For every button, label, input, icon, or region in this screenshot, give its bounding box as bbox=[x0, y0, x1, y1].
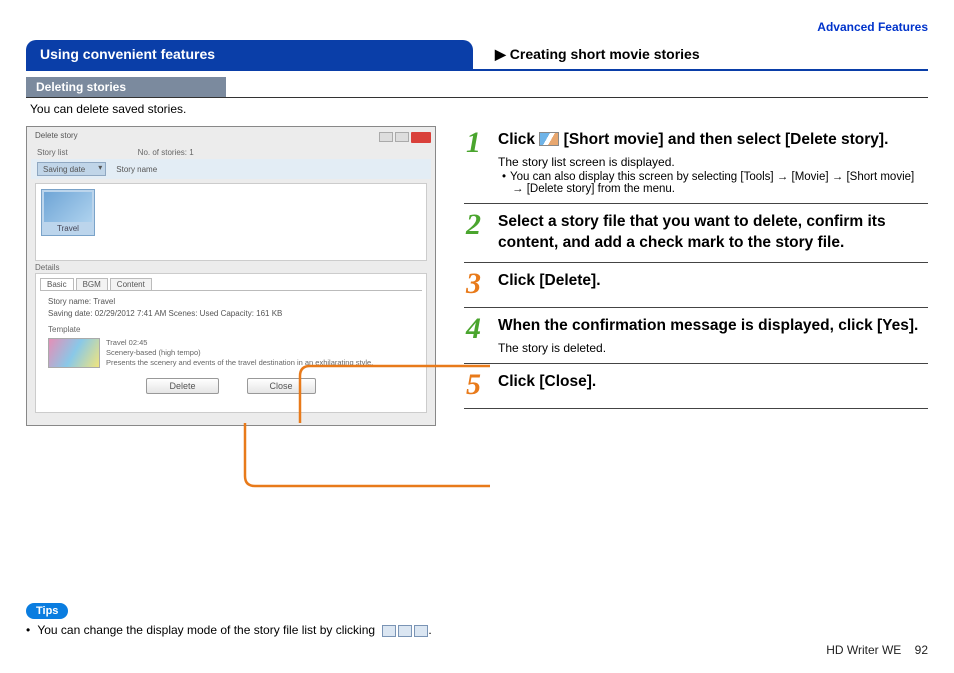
delete-button: Delete bbox=[146, 378, 218, 394]
col-storylist: Story list bbox=[37, 148, 68, 157]
short-movie-icon bbox=[539, 132, 559, 146]
tab-using-features: Using convenient features bbox=[26, 40, 473, 69]
close-button: Close bbox=[247, 378, 316, 394]
details-label: Details bbox=[35, 263, 59, 272]
steps-column: 1 Click [Short movie] and then select [D… bbox=[464, 122, 928, 409]
story-list-area: Travel bbox=[35, 183, 427, 261]
step-2: 2 Select a story file that you want to d… bbox=[464, 204, 928, 263]
intro-text: You can delete saved stories. bbox=[26, 98, 928, 122]
view-mode-icon bbox=[398, 625, 412, 637]
details-panel: Basic BGM Content Story name: Travel Sav… bbox=[35, 273, 427, 413]
close-window-icon bbox=[411, 132, 431, 143]
step-title: Select a story file that you want to del… bbox=[498, 212, 926, 254]
info-detail-row: Saving date: 02/29/2012 7:41 AM Scenes: … bbox=[48, 308, 414, 320]
tmpl-line2: Scenery-based (high tempo) bbox=[106, 348, 373, 358]
product-name: HD Writer WE bbox=[826, 643, 901, 657]
screenshot-delete-story: Delete story Story list No. of stories: … bbox=[26, 126, 436, 426]
step-title: Click [Delete]. bbox=[498, 271, 926, 292]
page-footer: HD Writer WE 92 bbox=[826, 643, 928, 657]
window-title: Delete story bbox=[35, 131, 78, 140]
step-number: 4 bbox=[466, 314, 488, 355]
tab-arrow-icon: ▶ bbox=[495, 46, 506, 62]
template-thumb bbox=[48, 338, 100, 368]
tab-creating-stories: ▶Creating short movie stories bbox=[481, 40, 928, 69]
tab-basic: Basic bbox=[40, 278, 74, 290]
tab-row: Using convenient features ▶Creating shor… bbox=[26, 40, 928, 71]
tips-section: Tips You can change the display mode of … bbox=[26, 603, 676, 637]
step-subtext: The story list screen is displayed. bbox=[498, 155, 926, 169]
page-number: 92 bbox=[915, 643, 928, 657]
step-title: Click [Short movie] and then select [Del… bbox=[498, 130, 926, 151]
view-mode-icon bbox=[382, 625, 396, 637]
tab-bgm: BGM bbox=[76, 278, 108, 290]
step-number: 5 bbox=[466, 370, 488, 400]
tab-right-label: Creating short movie stories bbox=[510, 46, 700, 62]
step-4: 4 When the confirmation message is displ… bbox=[464, 308, 928, 364]
minimize-icon bbox=[379, 132, 393, 142]
step-1: 1 Click [Short movie] and then select [D… bbox=[464, 122, 928, 204]
category-link[interactable]: Advanced Features bbox=[26, 20, 928, 34]
step-number: 2 bbox=[466, 210, 488, 254]
thumbnail-label: Travel bbox=[44, 222, 92, 233]
tmpl-line3: Presents the scenery and events of the t… bbox=[106, 358, 373, 368]
display-mode-icons bbox=[382, 625, 428, 637]
step-note: You can also display this screen by sele… bbox=[498, 171, 926, 195]
step-subtext: The story is deleted. bbox=[498, 341, 926, 355]
step-title: Click [Close]. bbox=[498, 372, 926, 393]
sort-dropdown: Saving date bbox=[37, 162, 106, 176]
col-numstories: No. of stories: 1 bbox=[138, 148, 194, 157]
col-storyname: Story name bbox=[116, 165, 157, 174]
step-5: 5 Click [Close]. bbox=[464, 364, 928, 409]
step-number: 3 bbox=[466, 269, 488, 299]
maximize-icon bbox=[395, 132, 409, 142]
tab-content: Content bbox=[110, 278, 152, 290]
subheading: Deleting stories bbox=[26, 77, 226, 97]
thumbnail-image bbox=[44, 192, 92, 222]
step-number: 1 bbox=[466, 128, 488, 195]
info-storyname: Story name: Travel bbox=[48, 296, 414, 308]
tips-text: You can change the display mode of the s… bbox=[26, 623, 676, 637]
step-3: 3 Click [Delete]. bbox=[464, 263, 928, 308]
step-title: When the confirmation message is display… bbox=[498, 316, 926, 337]
tmpl-title: Travel 02:45 bbox=[106, 338, 373, 348]
view-mode-icon bbox=[414, 625, 428, 637]
template-label: Template bbox=[40, 325, 422, 334]
story-thumbnail: Travel bbox=[41, 189, 95, 236]
tips-badge: Tips bbox=[26, 603, 68, 619]
